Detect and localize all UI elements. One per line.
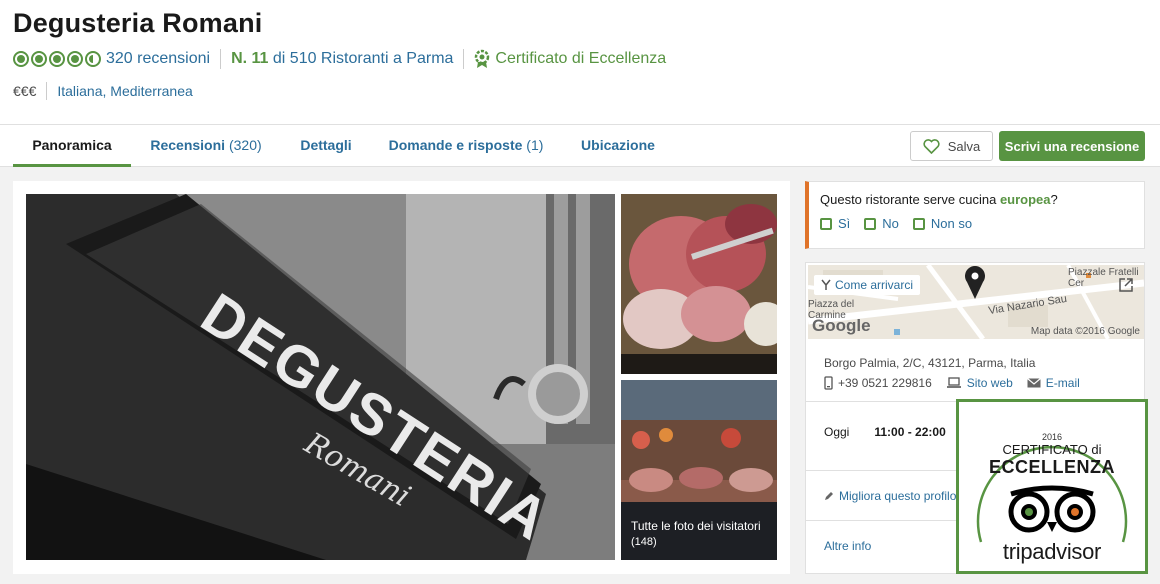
photo-gallery: DEGUSTERIA Romani Tutte le foto dei visi… <box>13 181 790 574</box>
rank-text: di 510 Ristoranti a Parma <box>272 50 454 67</box>
phone-icon <box>824 376 833 390</box>
question-prefix: Questo ristorante serve cucina <box>820 192 997 207</box>
option-non-so[interactable]: Non so <box>912 216 973 231</box>
map-brand: Google <box>812 316 871 335</box>
restaurant-header: Degusteria Romani 320 recensioni N. 11 d… <box>0 0 1160 124</box>
rank-number: N. 11 <box>231 50 269 67</box>
tab-recensioni[interactable]: Recensioni (320) <box>146 125 266 167</box>
tab-count: (320) <box>228 137 262 153</box>
option-label: No <box>882 216 899 231</box>
rating-bubble-icon <box>67 51 83 67</box>
website-label: Sito web <box>966 376 1013 390</box>
tab-label: Panoramica <box>32 137 112 153</box>
tab-label: Ubicazione <box>581 137 655 153</box>
tab-domande[interactable]: Domande e risposte (1) <box>386 125 546 167</box>
save-button[interactable]: Salva <box>910 131 993 161</box>
opening-hours-today[interactable]: Oggi 11:00 - 22:00 <box>824 425 946 439</box>
phone: +39 0521 229816 <box>824 376 932 390</box>
more-info-link[interactable]: Altre info <box>824 539 871 553</box>
option-label: Sì <box>838 216 851 231</box>
map-pin-icon <box>965 266 985 299</box>
map[interactable]: Piazzale Fratelli Cer Piazza del Carmine… <box>808 265 1144 339</box>
expand-map-icon[interactable] <box>1118 277 1134 293</box>
badge-year: 2016 <box>1041 432 1063 442</box>
rating-bubbles <box>13 51 101 67</box>
tab-ubicazione[interactable]: Ubicazione <box>574 125 662 167</box>
divider <box>463 49 465 69</box>
save-label: Salva <box>947 138 981 154</box>
email-link[interactable]: E-mail <box>1026 376 1080 390</box>
question-suffix: ? <box>1050 192 1058 207</box>
rating-bubble-icon <box>13 51 29 67</box>
cured-meats-photo <box>621 194 777 374</box>
meta-row: €€€ Italiana, Mediterranea <box>13 82 193 100</box>
question-highlight: europea <box>999 192 1051 207</box>
envelope-icon <box>1026 378 1041 388</box>
tab-count: (1) <box>526 137 544 153</box>
divider <box>220 49 222 69</box>
rating-bubble-icon <box>49 51 65 67</box>
ranking-link[interactable]: N. 11 di 510 Ristoranti a Parma <box>231 50 453 68</box>
divider <box>46 82 48 100</box>
all-photos-count: (148) <box>631 536 657 548</box>
website-link[interactable]: Sito web <box>946 376 1013 390</box>
badge-line1: CERTIFICATO di <box>1002 442 1102 457</box>
page-title: Degusteria Romani <box>13 8 263 38</box>
reviews-count-link[interactable]: 320 recensioni <box>106 50 210 68</box>
today-hours: 11:00 - 22:00 <box>874 425 946 439</box>
badge-line2: ECCELLENZA <box>989 457 1115 477</box>
today-label: Oggi <box>824 425 850 439</box>
checkbox[interactable] <box>864 217 877 230</box>
tab-label: Dettagli <box>300 137 352 153</box>
award-icon <box>475 49 490 68</box>
checkbox[interactable] <box>912 217 925 230</box>
certificate-link[interactable]: Certificato di Eccellenza <box>474 49 666 69</box>
rating-half-bubble-icon <box>85 51 101 67</box>
contact-row: +39 0521 229816 Sito web E-mail <box>824 376 1080 390</box>
address: Borgo Palmia, 2/C, 43121, Parma, Italia <box>824 356 1036 370</box>
cuisine-link[interactable]: Italiana, Mediterranea <box>57 83 192 99</box>
certificate-badge: 2016 CERTIFICATO di ECCELLENZA tripadvis… <box>956 399 1148 574</box>
certificate-label: Certificato di Eccellenza <box>495 50 667 67</box>
rating-bubble-icon <box>31 51 47 67</box>
checkbox[interactable] <box>820 217 832 230</box>
directions-label: Come arrivarci <box>835 278 914 292</box>
option-si[interactable]: Sì <box>820 216 850 231</box>
directions-icon <box>821 279 831 290</box>
tab-panoramica[interactable]: Panoramica <box>13 125 131 167</box>
all-photos-label: Tutte le foto dei visitatori <box>631 519 761 533</box>
rating-row: 320 recensioni N. 11 di 510 Ristoranti a… <box>13 49 666 69</box>
food-photo[interactable] <box>621 194 777 374</box>
question-text: Questo ristorante serve cucina europea? <box>820 192 1058 207</box>
tab-dettagli[interactable]: Dettagli <box>290 125 362 167</box>
improve-label: Migliora questo profilo <box>839 489 957 503</box>
write-review-button[interactable]: Scrivi una recensione <box>999 131 1145 161</box>
phone-number: +39 0521 229816 <box>838 376 932 390</box>
option-no[interactable]: No <box>864 216 899 231</box>
main-photo[interactable]: DEGUSTERIA Romani <box>26 194 615 560</box>
laptop-icon <box>946 377 961 388</box>
option-label: Non so <box>930 216 973 231</box>
tripadvisor-logo: tripadvisor <box>1002 539 1102 564</box>
tab-label: Recensioni <box>150 137 226 153</box>
directions-button[interactable]: Come arrivarci <box>814 275 921 295</box>
price-range: €€€ <box>13 83 37 99</box>
cuisine-question-card: Questo ristorante serve cucina europea? … <box>805 181 1145 249</box>
map-credit: Map data ©2016 Google <box>1030 326 1140 337</box>
question-options: Sì No Non so <box>820 216 972 231</box>
tab-label: Domande e risposte <box>388 137 523 153</box>
pencil-icon <box>825 492 833 500</box>
all-photos-tile[interactable]: Tutte le foto dei visitatori (148) <box>621 380 777 560</box>
heart-icon <box>923 138 940 154</box>
email-label: E-mail <box>1045 376 1080 390</box>
improve-profile-link[interactable]: Migliora questo profilo <box>824 489 956 503</box>
all-photos-caption: Tutte le foto dei visitatori (148) <box>631 519 761 550</box>
